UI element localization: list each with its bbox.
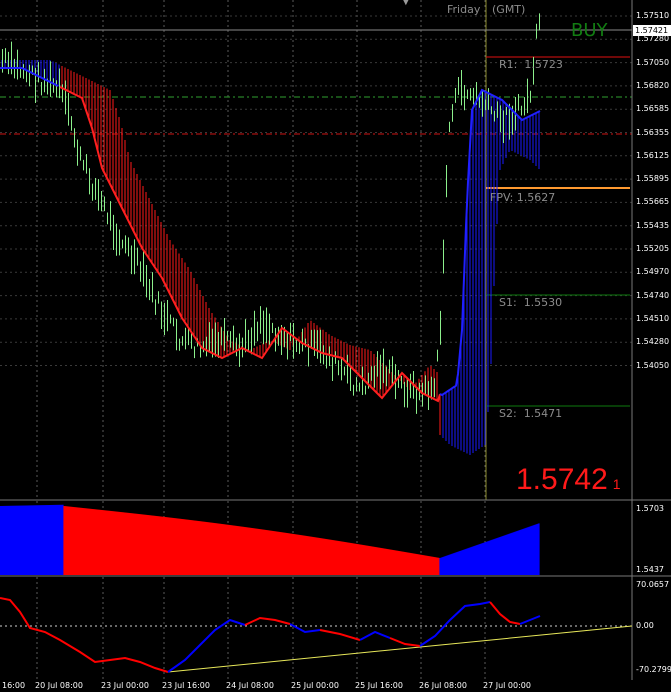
time-tick-label: 27 Jul 00:00 <box>483 681 531 690</box>
time-tick-label: 23 Jul 16:00 <box>162 681 210 690</box>
price-tick-label: 1.57050 <box>636 57 670 67</box>
header-marker-icon: ▼ <box>402 0 410 7</box>
oscillator-line <box>519 615 541 625</box>
indicator-panel-2[interactable] <box>0 577 633 680</box>
ind1-top-label: 1.5703 <box>636 504 664 513</box>
oscillator-line <box>489 601 521 625</box>
current-price-label: 1.57421 <box>635 26 669 35</box>
chart-canvas[interactable] <box>0 0 671 692</box>
price-tick-label: 1.54050 <box>636 360 670 370</box>
ind2-top-label: 70.0657 <box>636 580 670 589</box>
day-label: Friday <box>447 3 481 16</box>
time-tick-label: 25 Jul 16:00 <box>355 681 403 690</box>
price-tick-label: 1.55435 <box>636 220 670 230</box>
price-tick-label: 1.57280 <box>636 34 670 44</box>
price-display: 1.5742 1 <box>516 463 621 496</box>
price-tick-label: 1.54970 <box>636 267 670 277</box>
price-tick-label: 1.54280 <box>636 337 670 347</box>
oscillator-line <box>289 623 321 634</box>
trend-line <box>167 625 633 673</box>
pivot-s1: S1: 1.5530 <box>499 296 563 309</box>
time-tick-label: 24 Jul 08:00 <box>226 681 274 690</box>
price-tick-label: 1.56820 <box>636 80 670 90</box>
time-tick-label: 20 Jul 08:00 <box>35 681 83 690</box>
ind2-zero-label: 0.00 <box>636 621 654 630</box>
time-tick-label: 23 Jul 00:00 <box>101 681 149 690</box>
price-tick-label: 1.56355 <box>636 127 670 137</box>
price-tick-label: 1.55205 <box>636 244 670 253</box>
time-tick-label: 26 Jul 08:00 <box>419 681 467 690</box>
indicator-panel-1[interactable] <box>0 501 540 576</box>
price-tick-label: 1.57510 <box>636 11 670 20</box>
main-chart-panel[interactable] <box>0 0 632 500</box>
ind2-bottom-label: -70.2799 <box>636 665 671 674</box>
oscillator-line <box>389 637 421 647</box>
pivot-s2: S2: 1.5471 <box>499 407 563 420</box>
oscillator-line <box>319 629 361 641</box>
pivot-fpv: FPV: 1.5627 <box>490 191 556 204</box>
price-tick-label: 1.55895 <box>636 174 670 184</box>
timezone-label: (GMT) <box>492 3 526 16</box>
price-tick-label: 1.56585 <box>636 104 670 114</box>
price-tick-label: 1.54740 <box>636 290 670 300</box>
oscillator-line <box>0 597 169 673</box>
oscillator-line <box>244 616 291 626</box>
signal-label: BUY <box>571 20 608 41</box>
oscillator-line <box>167 618 246 673</box>
time-tick-label: 16:00 <box>2 681 26 690</box>
price-tick-label: 1.55665 <box>636 197 670 207</box>
oscillator-line <box>359 630 391 641</box>
price-tick-label: 1.54510 <box>636 313 670 323</box>
pivot-r1: R1: 1.5723 <box>499 58 563 71</box>
oscillator-line <box>419 601 491 647</box>
ind1-bottom-label: 1.5437 <box>636 565 664 574</box>
price-tick-label: 1.56125 <box>636 150 670 160</box>
time-tick-label: 25 Jul 00:00 <box>291 681 339 690</box>
